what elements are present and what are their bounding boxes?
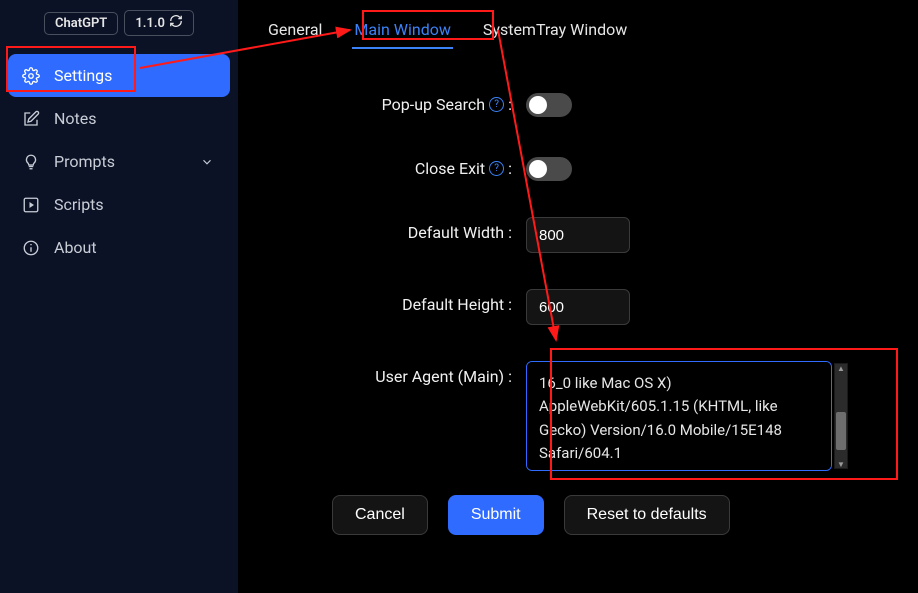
sidebar-item-label: Scripts [54, 195, 104, 214]
action-buttons: Cancel Submit Reset to defaults [266, 495, 890, 535]
user-agent-input[interactable] [526, 361, 832, 471]
tab-general[interactable]: General [266, 16, 324, 49]
help-icon[interactable]: ? [489, 97, 504, 112]
scrollbar-thumb[interactable] [836, 412, 846, 450]
scrollbar-down-icon[interactable]: ▼ [835, 459, 847, 469]
sidebar-item-about[interactable]: About [8, 226, 230, 269]
version-pill[interactable]: 1.1.0 [124, 10, 194, 36]
version-label: 1.1.0 [135, 16, 165, 31]
default-width-input[interactable] [526, 217, 630, 253]
tab-systemtray-window[interactable]: SystemTray Window [481, 16, 629, 49]
toggle-knob [529, 96, 547, 114]
sidebar: ChatGPT 1.1.0 Settings Notes Prompts [0, 0, 238, 593]
nav-list: Settings Notes Prompts Scripts [0, 46, 238, 277]
info-icon [22, 239, 40, 257]
scrollbar-up-icon[interactable]: ▲ [835, 363, 847, 373]
reset-button[interactable]: Reset to defaults [564, 495, 730, 535]
toggle-knob [529, 160, 547, 178]
tab-main-window[interactable]: Main Window [352, 16, 452, 49]
chevron-down-icon [198, 153, 216, 171]
sidebar-item-notes[interactable]: Notes [8, 97, 230, 140]
gear-icon [22, 67, 40, 85]
user-agent-label: User Agent (Main): [266, 361, 526, 386]
sidebar-item-settings[interactable]: Settings [8, 54, 230, 97]
popup-search-label: Pop-up Search ? : [266, 89, 526, 114]
popup-search-toggle[interactable] [526, 93, 572, 117]
default-height-input[interactable] [526, 289, 630, 325]
sidebar-item-label: Notes [54, 109, 97, 128]
sidebar-item-prompts[interactable]: Prompts [8, 140, 230, 183]
content-area: General Main Window SystemTray Window Po… [238, 0, 918, 593]
play-square-icon [22, 196, 40, 214]
sidebar-item-label: Prompts [54, 152, 115, 171]
row-default-width: Default Width: [266, 217, 890, 253]
edit-icon [22, 110, 40, 128]
row-user-agent: User Agent (Main): ▲ ▼ [266, 361, 890, 475]
row-default-height: Default Height: [266, 289, 890, 325]
sidebar-item-scripts[interactable]: Scripts [8, 183, 230, 226]
close-exit-label: Close Exit ? : [266, 153, 526, 178]
user-agent-wrap: ▲ ▼ [526, 361, 848, 475]
sidebar-item-label: About [54, 238, 97, 257]
sidebar-item-label: Settings [54, 66, 112, 85]
close-exit-toggle[interactable] [526, 157, 572, 181]
scrollbar[interactable]: ▲ ▼ [834, 363, 848, 469]
default-height-label: Default Height: [266, 289, 526, 314]
bulb-icon [22, 153, 40, 171]
help-icon[interactable]: ? [489, 161, 504, 176]
default-width-label: Default Width: [266, 217, 526, 242]
submit-button[interactable]: Submit [448, 495, 544, 535]
row-close-exit: Close Exit ? : [266, 153, 890, 181]
app-name-pill[interactable]: ChatGPT [44, 12, 118, 35]
cancel-button[interactable]: Cancel [332, 495, 428, 535]
refresh-icon [169, 14, 183, 32]
tabs: General Main Window SystemTray Window [238, 0, 918, 49]
row-popup-search: Pop-up Search ? : [266, 89, 890, 117]
topbar: ChatGPT 1.1.0 [0, 0, 238, 46]
settings-form: Pop-up Search ? : Close Exit ? : Default… [238, 49, 918, 535]
